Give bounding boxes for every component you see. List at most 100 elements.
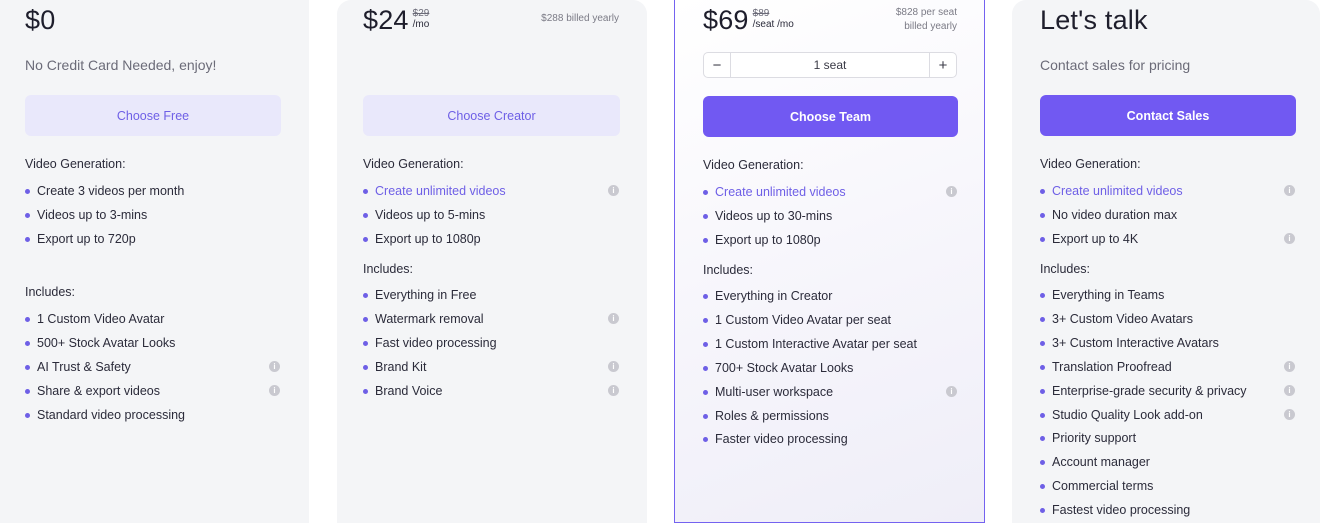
price-meta: $89 /seat /mo <box>753 8 794 30</box>
list-item: Fastest video processing <box>1040 502 1190 518</box>
section-title-includes: Includes: <box>1040 262 1091 276</box>
bullet-dot <box>25 364 30 370</box>
price-period: /mo <box>412 19 430 30</box>
list-item: Everything in Teams <box>1040 287 1164 303</box>
info-icon[interactable]: i <box>608 385 619 396</box>
feature-label: Translation Proofread <box>1052 360 1172 374</box>
bullet-dot <box>703 317 708 323</box>
feature-label: 1 Custom Video Avatar per seat <box>715 313 892 327</box>
plan-card-free: $0 No Credit Card Needed, enjoy! Choose … <box>0 0 309 523</box>
price-row: $0 <box>25 4 55 36</box>
feature-label: Multi-user workspace <box>715 385 834 399</box>
section-title-includes: Includes: <box>703 263 754 277</box>
decrease-seat-button[interactable]: − <box>704 53 731 77</box>
feature-label: Videos up to 5-mins <box>375 208 486 222</box>
list-item: No video duration max <box>1040 207 1177 223</box>
list-item: Commercial terms <box>1040 478 1153 494</box>
bullet-dot <box>703 237 708 243</box>
bullet-dot <box>703 213 708 219</box>
list-item: Export up to 4K <box>1040 231 1138 247</box>
list-item: Videos up to 3-mins <box>25 207 147 223</box>
bullet-dot <box>25 388 30 394</box>
feature-label: Create unlimited videos <box>375 184 506 198</box>
bullet-dot <box>363 388 368 394</box>
seat-count-field[interactable]: 1 seat <box>731 53 929 77</box>
bullet-dot <box>363 340 368 346</box>
list-item: Videos up to 30-mins <box>703 208 832 224</box>
feature-label: Account manager <box>1052 455 1150 469</box>
info-icon[interactable]: i <box>269 385 280 396</box>
list-item: Export up to 1080p <box>363 231 481 247</box>
info-icon[interactable]: i <box>608 185 619 196</box>
info-icon[interactable]: i <box>1284 185 1295 196</box>
list-item: AI Trust & Safety <box>25 359 131 375</box>
bullet-dot <box>25 412 30 418</box>
bullet-dot <box>363 188 368 194</box>
plan-price: $24 <box>363 5 409 35</box>
bullet-dot <box>25 212 30 218</box>
plan-price: $69 <box>703 5 749 35</box>
list-item: 700+ Stock Avatar Looks <box>703 360 853 376</box>
increase-seat-button[interactable]: + <box>929 53 956 77</box>
price-meta: $29 /mo <box>413 8 430 30</box>
list-item: Fast video processing <box>363 335 497 351</box>
feature-label: Brand Voice <box>375 384 443 398</box>
info-icon[interactable]: i <box>1284 385 1295 396</box>
info-icon[interactable]: i <box>608 313 619 324</box>
price-period: /seat /mo <box>752 19 794 30</box>
list-item: Enterprise-grade security & privacy <box>1040 383 1247 399</box>
feature-label: Fastest video processing <box>1052 503 1191 517</box>
feature-label: 3+ Custom Interactive Avatars <box>1052 336 1219 350</box>
feature-label: Enterprise-grade security & privacy <box>1052 384 1247 398</box>
choose-free-button[interactable]: Choose Free <box>25 95 281 136</box>
feature-label: Create unlimited videos <box>715 185 846 199</box>
plan-price: $0 <box>25 5 56 35</box>
bullet-dot <box>363 292 368 298</box>
info-icon[interactable]: i <box>946 386 957 397</box>
old-price: $89 <box>752 8 770 19</box>
price-row: $24 $29 /mo <box>363 4 429 36</box>
feature-label: Share & export videos <box>37 384 160 398</box>
bullet-dot <box>363 236 368 242</box>
feature-label: Standard video processing <box>37 408 186 422</box>
bullet-dot <box>703 389 708 395</box>
feature-label: 700+ Stock Avatar Looks <box>715 361 854 375</box>
bullet-dot <box>703 413 708 419</box>
list-item: Share & export videos <box>25 383 160 399</box>
info-icon[interactable]: i <box>269 361 280 372</box>
billed-line-1: $828 per seat <box>895 7 957 18</box>
list-item: Create 3 videos per month <box>25 183 184 199</box>
contact-sales-button[interactable]: Contact Sales <box>1040 95 1296 136</box>
choose-team-button[interactable]: Choose Team <box>703 96 958 137</box>
section-title-includes: Includes: <box>363 262 414 276</box>
bullet-dot <box>1040 340 1045 346</box>
info-icon[interactable]: i <box>946 186 957 197</box>
bullet-dot <box>703 293 708 299</box>
section-title-video-generation: Video Generation: <box>703 158 804 172</box>
bullet-dot <box>1040 188 1045 194</box>
feature-label: Studio Quality Look add-on <box>1052 408 1203 422</box>
list-item: 1 Custom Interactive Avatar per seat <box>703 336 917 352</box>
choose-creator-button[interactable]: Choose Creator <box>363 95 620 136</box>
list-item: Everything in Free <box>363 287 476 303</box>
info-icon[interactable]: i <box>608 361 619 372</box>
feature-label: Roles & permissions <box>715 409 829 423</box>
info-icon[interactable]: i <box>1284 361 1295 372</box>
section-title-video-generation: Video Generation: <box>25 157 126 171</box>
feature-label: 1 Custom Interactive Avatar per seat <box>715 337 917 351</box>
info-icon[interactable]: i <box>1284 409 1295 420</box>
list-item: 3+ Custom Interactive Avatars <box>1040 335 1219 351</box>
list-item: Multi-user workspace <box>703 384 833 400</box>
bullet-dot <box>1040 412 1045 418</box>
bullet-dot <box>1040 507 1045 513</box>
feature-label: Create unlimited videos <box>1052 184 1183 198</box>
feature-label: Videos up to 3-mins <box>37 208 148 222</box>
list-item: Account manager <box>1040 454 1150 470</box>
billed-yearly: $828 per seat billed yearly <box>896 6 957 34</box>
feature-label: 1 Custom Video Avatar <box>37 312 165 326</box>
bullet-dot <box>25 188 30 194</box>
bullet-dot <box>1040 316 1045 322</box>
list-item: Translation Proofread <box>1040 359 1172 375</box>
plan-card-enterprise: Let's talk Contact sales for pricing Con… <box>1012 0 1320 523</box>
info-icon[interactable]: i <box>1284 233 1295 244</box>
